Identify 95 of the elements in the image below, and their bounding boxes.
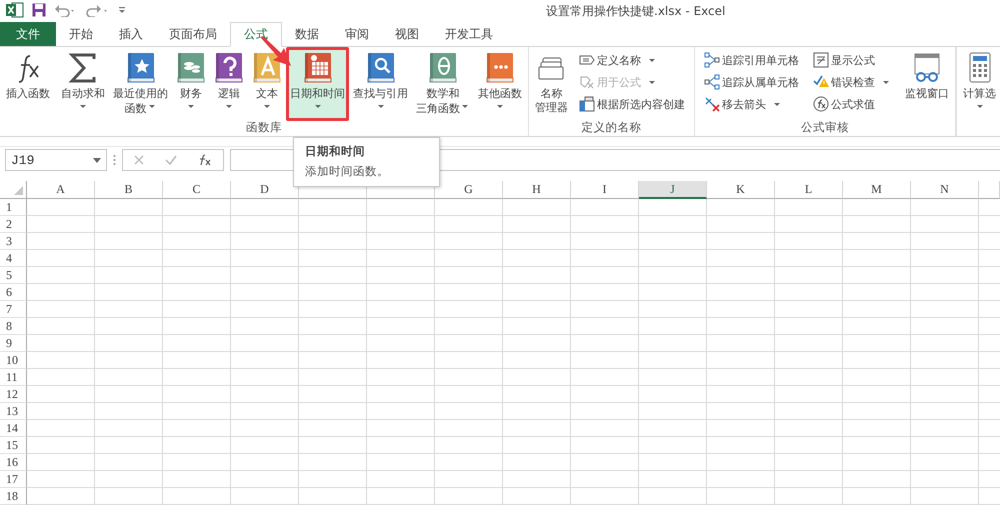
row-header[interactable]: 14 [0,420,27,437]
dots-book-icon [485,52,515,84]
table-create-icon [579,96,595,112]
trace-dependents-icon [704,74,720,90]
group-label: 函数库 [245,120,283,136]
ribbon-button[interactable]: 公式求值 [811,94,893,114]
ribbon-button[interactable]: 最近使用的 函数 [112,50,169,118]
column-header[interactable]: I [571,181,639,199]
ribbon-button[interactable]: 定义名称 [577,50,687,70]
excel-logo-icon[interactable] [6,2,24,18]
ribbon-button[interactable]: 追踪从属单元格 [702,72,801,92]
column-header[interactable]: C [163,181,231,199]
row-header[interactable]: 10 [0,352,27,369]
question-book-icon [214,52,244,84]
column-header[interactable]: B [95,181,163,199]
row-header[interactable]: 12 [0,386,27,403]
check-icon[interactable] [164,155,177,165]
redo-icon[interactable] [86,2,110,16]
ribbon-button[interactable]: 查找与引用 [352,50,409,118]
ribbon-button[interactable]: 财务 [175,50,207,118]
ribbon-button[interactable]: 数学和 三角函数 [415,50,471,118]
ribbon-button[interactable]: 根据所选内容创建 [577,94,687,114]
row-header[interactable]: 9 [0,335,27,352]
glasses-window-icon [912,52,942,84]
group-label: 公式审核 [800,120,850,136]
ribbon-button[interactable]: 追踪引用单元格 [702,50,801,70]
ribbon-button[interactable]: 日期和时间 [289,50,346,118]
select-all-icon[interactable] [14,186,23,195]
name-box[interactable]: J19 [5,149,107,171]
error-check-icon [813,74,829,90]
ribbon-button[interactable]: 计算选 [962,50,997,118]
ribbon-button[interactable]: 逻辑 [213,50,245,118]
group-label: 定义的名称 [580,120,642,136]
column-header[interactable]: H [503,181,571,199]
window-title: 设置常用操作快捷键.xlsx - Excel [546,2,726,20]
column-header[interactable]: A [27,181,95,199]
row-header[interactable]: 8 [0,318,27,335]
save-icon[interactable] [32,2,46,16]
tooltip-text: 添加时间函数。 [305,164,390,179]
evaluate-formula-icon [813,96,829,112]
ribbon-tab[interactable]: 数据 [282,22,332,46]
drag-handle-icon[interactable] [113,154,116,166]
ribbon-tab[interactable]: 视图 [382,22,432,46]
ribbon-button[interactable]: 显示公式 [811,50,893,70]
ribbon-button[interactable]: 其他函数 [477,50,523,118]
formula-tag-icon [579,74,595,90]
column-header[interactable] [979,181,1000,199]
row-header[interactable]: 11 [0,369,27,386]
star-book-icon [126,52,156,84]
column-header[interactable]: K [707,181,775,199]
ribbon-tab[interactable]: 开发工具 [432,22,506,46]
row-header[interactable]: 16 [0,454,27,471]
file-tab[interactable]: 文件 [0,22,56,46]
column-header[interactable]: G [435,181,503,199]
ribbon-tab[interactable]: 公式 [230,22,282,47]
row-header[interactable]: 17 [0,471,27,488]
row-header[interactable]: 7 [0,301,27,318]
column-header[interactable]: L [775,181,843,199]
sigma-icon [68,52,98,84]
tooltip-title: 日期和时间 [305,144,366,159]
row-header[interactable]: 5 [0,267,27,284]
letter-book-icon [252,52,282,84]
row-header[interactable]: 13 [0,403,27,420]
column-header[interactable]: J [639,181,707,199]
fx-icon[interactable] [198,154,212,166]
customize-menu-icon[interactable] [118,4,126,14]
theta-book-icon [428,52,458,84]
row-header[interactable]: 1 [0,199,27,216]
row-header[interactable]: 15 [0,437,27,454]
ribbon-button[interactable]: 错误检查 [811,72,893,92]
ribbon-button[interactable]: 插入函数 [5,50,51,118]
ribbon-tab[interactable]: 插入 [106,22,156,46]
dropdown-arrow-icon[interactable] [93,158,101,162]
row-header[interactable]: 3 [0,233,27,250]
ribbon-tab[interactable]: 页面布局 [156,22,230,46]
row-header[interactable]: 2 [0,216,27,233]
row-header[interactable]: 6 [0,284,27,301]
remove-arrows-icon [704,96,720,112]
coins-book-icon [176,52,206,84]
trace-precedents-icon [704,52,720,68]
row-header[interactable]: 18 [0,488,27,505]
ribbon-button[interactable]: 移去箭头 [702,94,801,114]
ribbon-button[interactable]: 监视窗口 [904,50,950,118]
ribbon-tab[interactable]: 开始 [56,22,106,46]
column-header[interactable]: M [843,181,911,199]
ribbon-button[interactable]: 名称 管理器 [534,50,569,118]
row-header[interactable]: 4 [0,250,27,267]
ribbon-button[interactable]: 文本 [251,50,283,118]
ribbon-tab[interactable]: 审阅 [332,22,382,46]
ribbon-button[interactable]: 自动求和 [60,50,106,118]
magnifier-book-icon [366,52,396,84]
show-formulas-icon [813,52,829,68]
calendar-book-icon [302,52,332,84]
column-header[interactable]: N [911,181,979,199]
cancel-icon[interactable] [134,155,144,165]
